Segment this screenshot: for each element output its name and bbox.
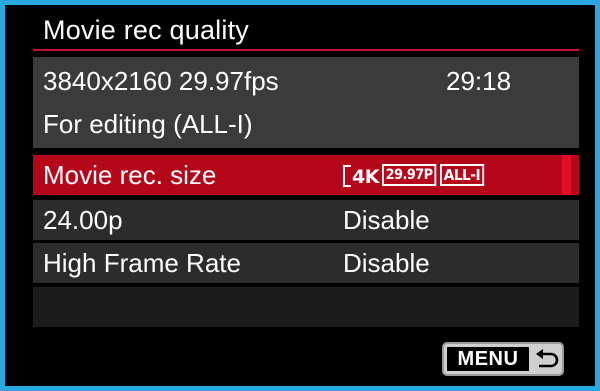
movie-size-text: 4K [352, 166, 379, 188]
page-title: Movie rec quality [43, 15, 249, 45]
film-bracket-icon [343, 165, 351, 187]
menu-item-label: High Frame Rate [43, 248, 241, 278]
menu-item-high-frame-rate[interactable]: High Frame Rate Disable [33, 243, 579, 283]
menu-button-label: MENU [447, 347, 529, 371]
menu-back-button[interactable]: MENU [442, 342, 564, 376]
movie-size-icon: 4K [343, 163, 379, 187]
menu-item-label: 24.00p [43, 205, 123, 235]
camera-menu-screen: Movie rec quality 3840x2160 29.97fps 29:… [5, 5, 595, 386]
remaining-time-text: 29:18 [446, 66, 512, 96]
menu-item-value: Disable [343, 248, 430, 278]
menu-item-value: Disable [343, 205, 430, 235]
movie-quality-icon: 4K 29.97P ALL-I [343, 162, 487, 188]
menu-item-label: Movie rec. size [43, 160, 217, 190]
title-divider [33, 49, 579, 51]
quality-info-panel: 3840x2160 29.97fps 29:18 For editing (AL… [33, 57, 579, 148]
empty-menu-row [33, 287, 579, 327]
selection-accent [562, 155, 571, 195]
menu-item-movie-rec-size[interactable]: Movie rec. size 4K 29.97P ALL-I [33, 155, 579, 195]
compression-badge: ALL-I [439, 164, 484, 186]
return-arrow-icon [536, 349, 559, 368]
menu-item-24p[interactable]: 24.00p Disable [33, 200, 579, 240]
resolution-fps-text: 3840x2160 29.97fps [43, 66, 279, 96]
description-text: For editing (ALL-I) [43, 109, 253, 139]
frame-rate-badge: 29.97P [381, 164, 437, 186]
